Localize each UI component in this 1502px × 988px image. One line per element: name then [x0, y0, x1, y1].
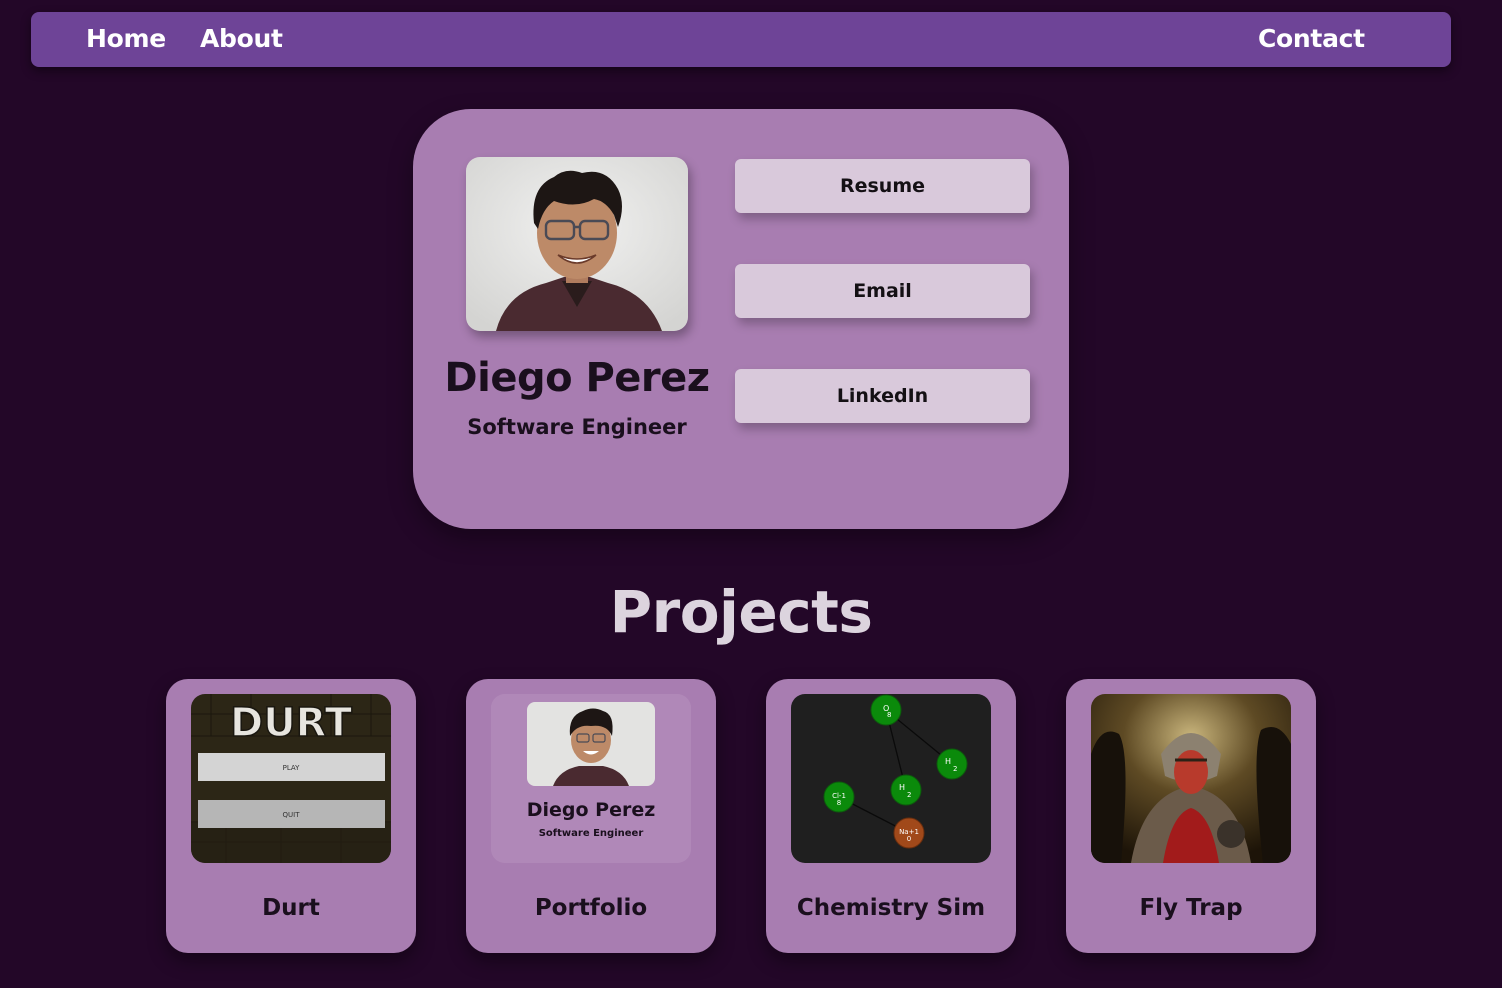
nav-about-link[interactable]: About [200, 23, 283, 55]
project-card-durt[interactable]: DURT PLAY QUIT Durt [166, 679, 416, 953]
atom-cl: Cl-1 8 [823, 781, 855, 813]
portfolio-thumb-name: Diego Perez [527, 799, 656, 821]
resume-button[interactable]: Resume [735, 159, 1030, 213]
nav-home-link[interactable]: Home [86, 23, 166, 55]
svg-text:2: 2 [907, 791, 911, 799]
chemistry-sim-thumbnail: O 8 H 2 H 2 Cl-1 8 Na+1 0 [791, 694, 991, 863]
projects-heading: Projects [609, 578, 873, 646]
project-label-chemistry-sim: Chemistry Sim [796, 895, 986, 921]
project-card-fly-trap[interactable]: Fly Trap [1066, 679, 1316, 953]
fly-trap-thumbnail [1091, 694, 1291, 863]
navbar: Home About Contact [31, 12, 1451, 67]
project-label-durt: Durt [262, 895, 320, 921]
svg-text:8: 8 [837, 799, 841, 807]
project-card-portfolio[interactable]: Diego Perez Software Engineer Portfolio [466, 679, 716, 953]
svg-text:8: 8 [887, 711, 891, 719]
project-card-chemistry-sim[interactable]: O 8 H 2 H 2 Cl-1 8 Na+1 0 Chemistry Sim [766, 679, 1016, 953]
svg-text:0: 0 [907, 835, 911, 843]
email-button[interactable]: Email [735, 264, 1030, 318]
portfolio-thumbnail: Diego Perez Software Engineer [491, 694, 691, 863]
svg-text:H: H [899, 783, 905, 792]
nav-contact-link[interactable]: Contact [1258, 23, 1365, 55]
atom-h-right: H 2 [936, 748, 968, 780]
atom-na: Na+1 0 [893, 817, 925, 849]
profile-job-title: Software Engineer [467, 415, 687, 439]
profile-card: Diego Perez Software Engineer Resume Ema… [413, 109, 1069, 529]
portfolio-thumb-title: Software Engineer [539, 828, 644, 839]
durt-play-label: PLAY [283, 764, 301, 772]
linkedin-button[interactable]: LinkedIn [735, 369, 1030, 423]
svg-text:2: 2 [953, 765, 957, 773]
svg-text:H: H [945, 757, 951, 766]
project-label-fly-trap: Fly Trap [1139, 895, 1243, 921]
project-label-portfolio: Portfolio [534, 895, 648, 921]
profile-photo [466, 157, 688, 331]
atom-h-center: H 2 [890, 774, 922, 806]
durt-quit-label: QUIT [283, 811, 301, 819]
atom-o: O 8 [870, 694, 902, 726]
profile-name: Diego Perez [444, 355, 710, 401]
durt-logo-text: DURT [230, 700, 353, 746]
durt-thumbnail: DURT PLAY QUIT [191, 694, 391, 863]
